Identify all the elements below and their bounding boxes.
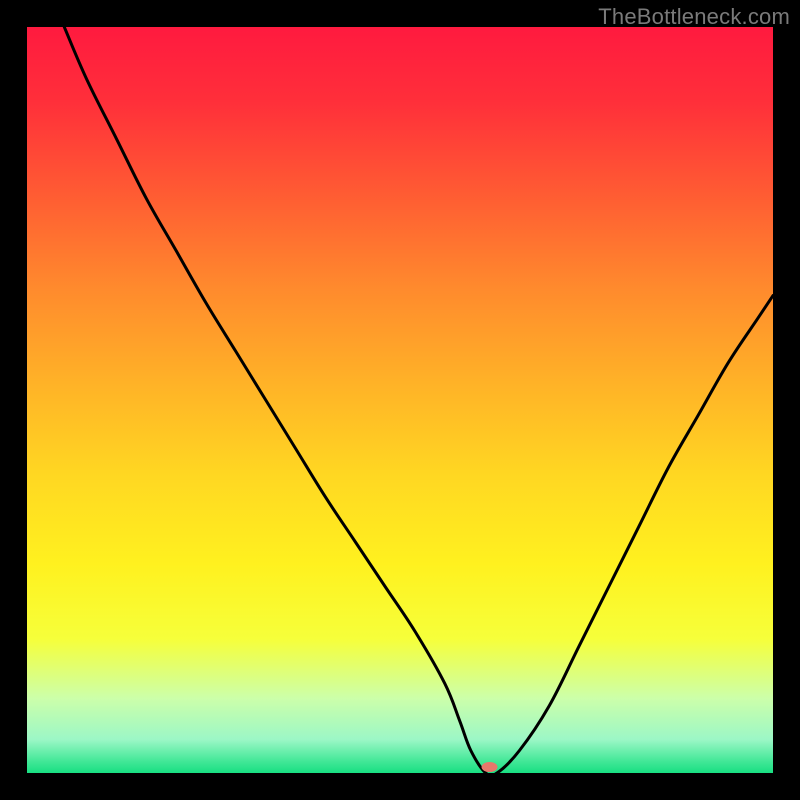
bottleneck-chart bbox=[27, 27, 773, 773]
optimum-marker bbox=[482, 762, 498, 772]
watermark-text: TheBottleneck.com bbox=[598, 4, 790, 30]
gradient-background bbox=[27, 27, 773, 773]
chart-svg bbox=[27, 27, 773, 773]
chart-frame: TheBottleneck.com bbox=[0, 0, 800, 800]
